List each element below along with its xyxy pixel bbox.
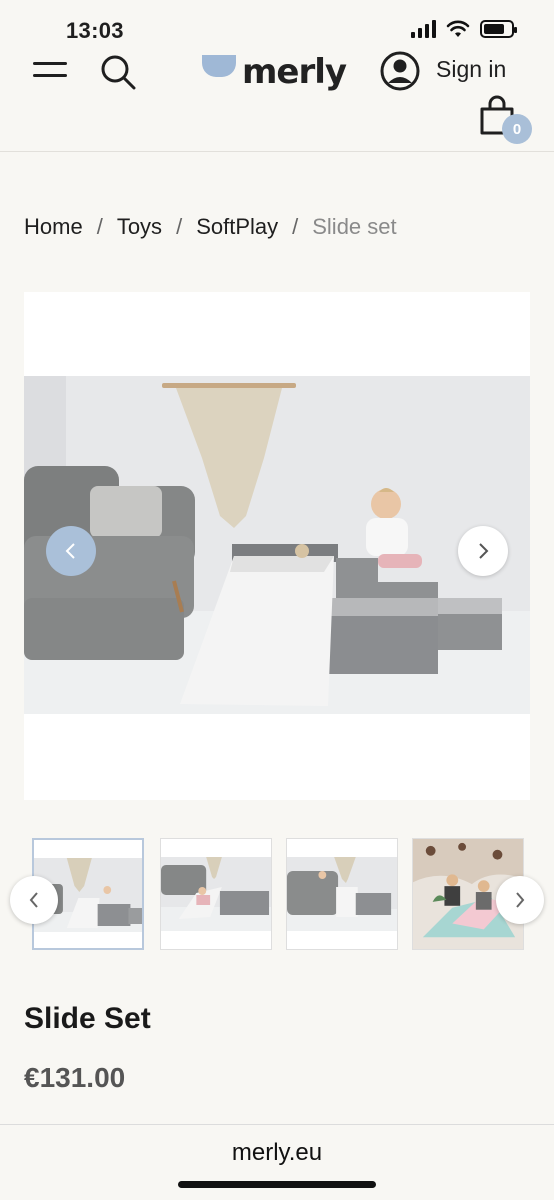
breadcrumb-separator: / <box>96 214 103 239</box>
breadcrumb-home[interactable]: Home <box>24 214 83 240</box>
home-indicator[interactable] <box>178 1181 376 1188</box>
logo-mark <box>202 55 236 77</box>
cart-button[interactable]: 0 <box>478 95 534 144</box>
product-main-image[interactable] <box>24 376 530 714</box>
logo-text: merly <box>242 52 347 92</box>
breadcrumb-toys[interactable]: Toys <box>117 214 162 240</box>
thumbnail-prev-button[interactable] <box>10 876 58 924</box>
gallery-next-button[interactable] <box>458 526 508 576</box>
gallery-prev-button[interactable] <box>46 526 96 576</box>
chevron-left-icon <box>29 892 38 908</box>
thumbnail-item[interactable] <box>286 838 398 950</box>
chevron-left-icon <box>65 543 75 559</box>
product-title: Slide Set <box>24 1002 151 1035</box>
breadcrumb-separator: / <box>176 214 183 239</box>
breadcrumb-separator: / <box>292 214 299 239</box>
signal-icon <box>411 20 436 38</box>
chevron-right-icon <box>479 543 489 559</box>
browser-url[interactable]: merly.eu <box>0 1139 554 1167</box>
thumbnail-image <box>287 857 397 931</box>
product-gallery-main <box>24 292 530 800</box>
wifi-icon <box>446 20 470 37</box>
thumbnail-next-button[interactable] <box>496 876 544 924</box>
thumbnail-image <box>161 857 271 931</box>
chevron-right-icon <box>516 892 525 908</box>
cart-count-badge: 0 <box>502 114 532 144</box>
menu-icon[interactable] <box>33 62 67 82</box>
status-icons <box>411 20 517 38</box>
battery-icon <box>480 20 517 38</box>
search-icon[interactable] <box>98 52 138 92</box>
breadcrumb: Home / Toys / SoftPlay / Slide set <box>24 214 397 240</box>
thumbnail-item[interactable] <box>160 838 272 950</box>
breadcrumb-current: Slide set <box>312 214 397 239</box>
site-logo[interactable]: merly <box>202 50 347 94</box>
thumbnail-strip <box>0 838 554 950</box>
signin-link[interactable]: Sign in <box>436 56 506 83</box>
user-icon[interactable] <box>379 50 421 92</box>
breadcrumb-softplay[interactable]: SoftPlay <box>196 214 278 240</box>
browser-address-bar: merly.eu <box>0 1124 554 1200</box>
site-header: merly Sign in 0 <box>0 40 554 152</box>
product-price: €131.00 <box>24 1062 126 1093</box>
